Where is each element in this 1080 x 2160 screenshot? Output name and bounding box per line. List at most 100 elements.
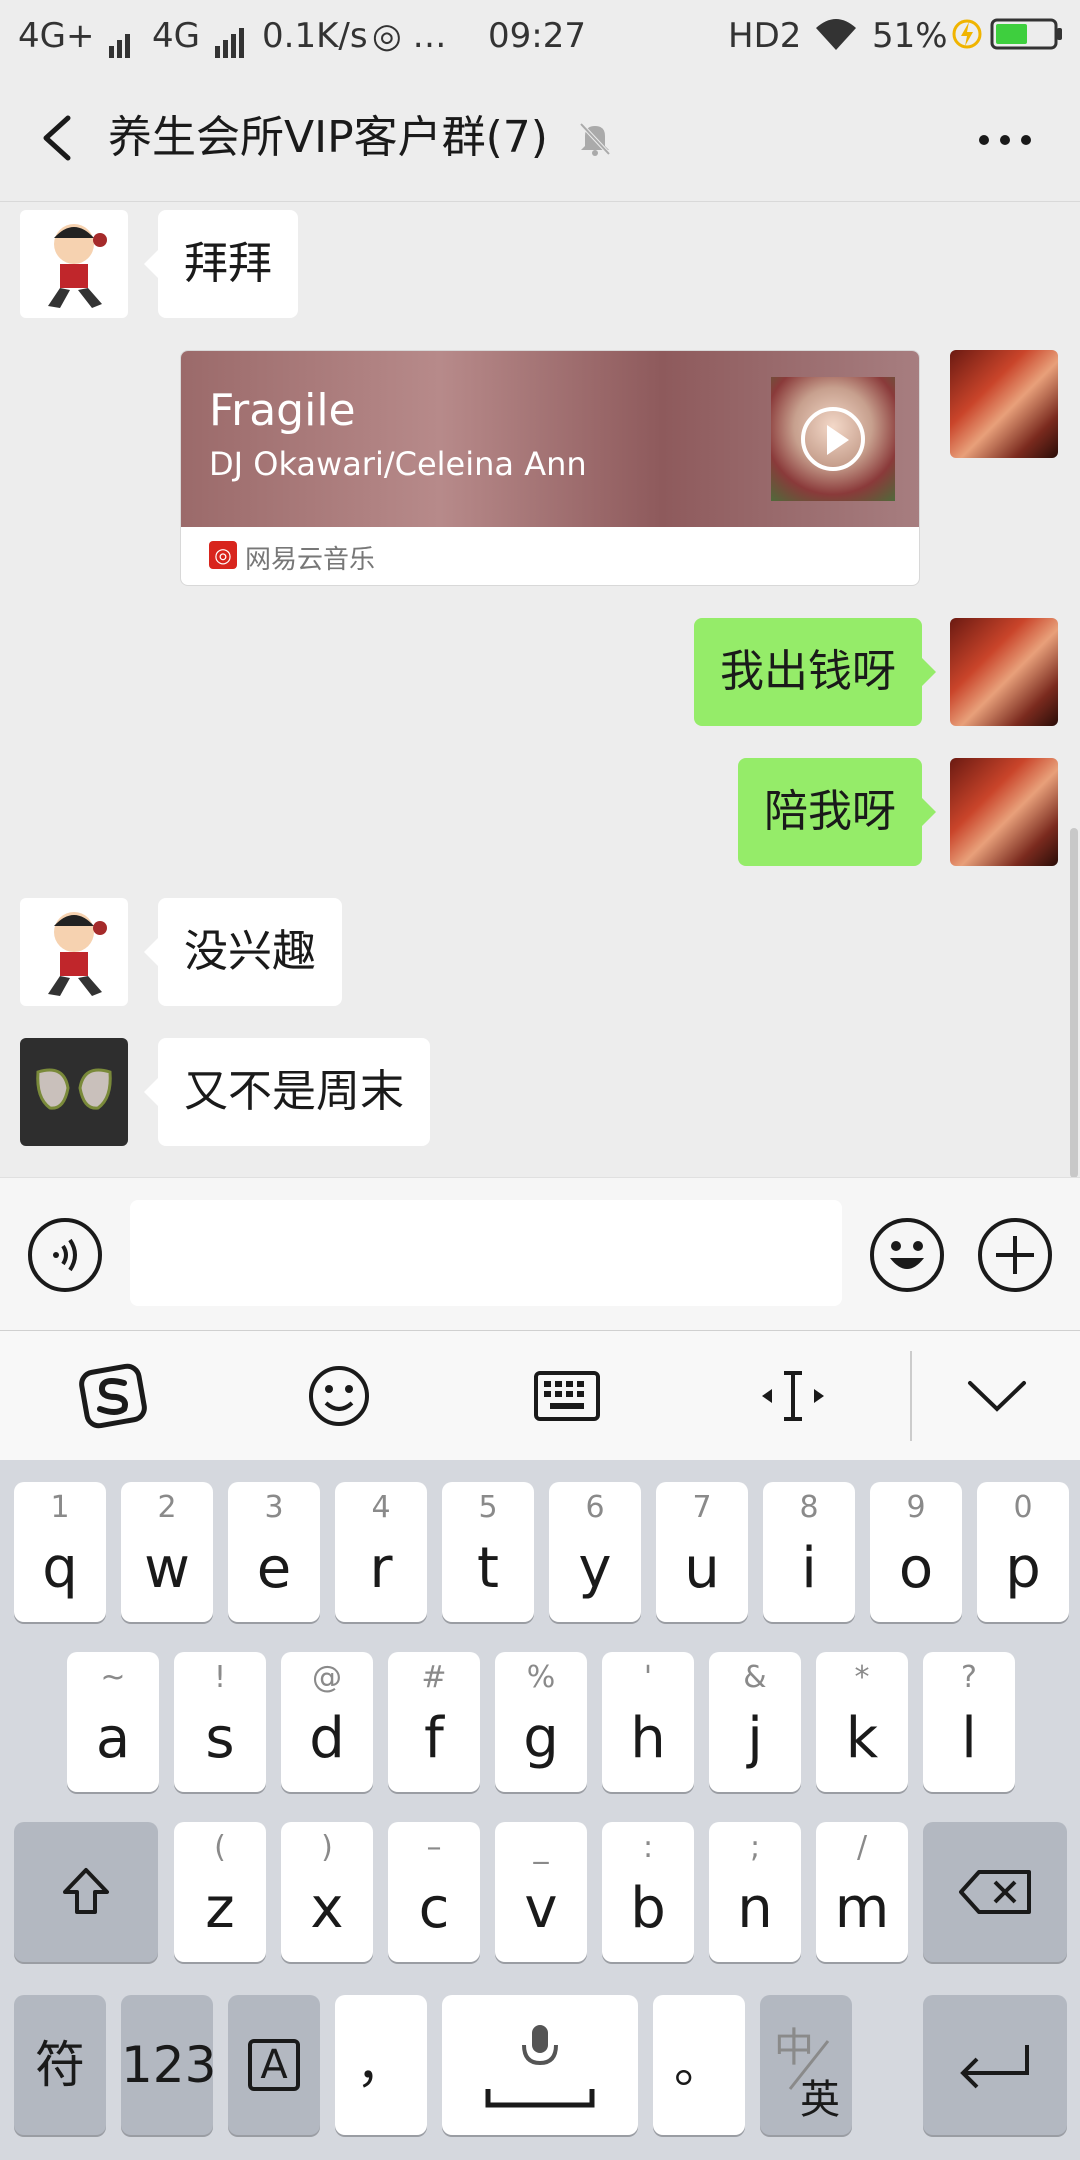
more-dots-icon (979, 135, 1031, 145)
hide-keyboard-button[interactable] (960, 1359, 1034, 1433)
more-options-button[interactable] (970, 120, 1040, 160)
shift-key[interactable] (14, 1822, 158, 1962)
keyboard-emoji-button[interactable] (302, 1359, 376, 1433)
mute-bell-icon (575, 118, 615, 158)
voice-icon (53, 1238, 77, 1272)
sogou-logo-button[interactable] (76, 1359, 150, 1433)
back-button[interactable] (30, 108, 90, 168)
key-i[interactable]: 8i (763, 1482, 855, 1622)
microphone-icon (485, 2025, 595, 2108)
emoji-icon (890, 1241, 924, 1269)
key-o[interactable]: 9o (870, 1482, 962, 1622)
key-y[interactable]: 6y (549, 1482, 641, 1622)
music-card-header: Fragile DJ Okawari/Celeina Ann (181, 351, 919, 527)
charging-icon (952, 16, 982, 61)
cursor-move-button[interactable] (756, 1359, 830, 1433)
backspace-icon (959, 1870, 1031, 1914)
keyboard-switch-button[interactable] (530, 1359, 604, 1433)
message-bubble[interactable]: 陪我呀 (738, 758, 936, 866)
network-2: 4G (152, 16, 247, 58)
message-bubble[interactable]: 我出钱呀 (694, 618, 936, 726)
key-h[interactable]: ' h (602, 1652, 694, 1792)
more-status-icon: … (412, 16, 447, 56)
chevron-left-icon (43, 115, 71, 161)
key-z[interactable]: (z (174, 1822, 266, 1962)
song-artist: DJ Okawari/Celeina Ann (209, 445, 587, 483)
clock: 09:27 (488, 16, 586, 56)
key-b[interactable]: :b (602, 1822, 694, 1962)
key-q[interactable]: 1q (14, 1482, 106, 1622)
chevron-down-icon (968, 1381, 1026, 1412)
avatar[interactable] (20, 898, 128, 1006)
song-title: Fragile (209, 385, 356, 436)
enter-key[interactable] (923, 1995, 1067, 2135)
lang-en-label: 英 (800, 2077, 840, 2123)
signal-2-icon (214, 18, 247, 58)
avatar[interactable] (20, 210, 128, 318)
chat-scrollbar[interactable] (1070, 828, 1078, 1178)
period-key[interactable]: 。 (653, 1995, 745, 2135)
return-arrow-icon (960, 2045, 1029, 2089)
key-f[interactable]: # f (388, 1652, 480, 1792)
key-c[interactable]: – c (388, 1822, 480, 1962)
toolbar-divider (910, 1351, 912, 1441)
chat-message-list[interactable]: 拜拜 Fragile DJ Okawari/Celeina Ann ◎ 网易云音… (0, 202, 1080, 1177)
music-source-label: 网易云音乐 (245, 545, 376, 575)
key-a[interactable]: ~ a (67, 1652, 159, 1792)
network-2-label: 4G (152, 16, 200, 56)
symbols-key[interactable]: 符 (14, 1995, 106, 2135)
sogou-icon (79, 1363, 147, 1429)
hd-indicator: HD2 (728, 16, 802, 56)
my-avatar[interactable] (950, 350, 1058, 458)
my-avatar[interactable] (950, 758, 1058, 866)
key-x[interactable]: ) x (281, 1822, 373, 1962)
key-k[interactable]: * k (816, 1652, 908, 1792)
comma-key[interactable]: ， (335, 1995, 427, 2135)
key-g[interactable]: % g (495, 1652, 587, 1792)
status-bar: 4G+ 4G 0.1K/s ◎ … 09:27 HD2 51% (0, 0, 1080, 74)
network-1-label: 4G+ (18, 16, 95, 56)
my-avatar[interactable] (950, 618, 1058, 726)
key-l[interactable]: ? l (923, 1652, 1015, 1792)
key-j[interactable]: & j (709, 1652, 801, 1792)
message-text-input[interactable] (130, 1200, 842, 1306)
emoji-button[interactable] (870, 1218, 944, 1292)
net-speed: 0.1K/s (262, 16, 368, 56)
key-m[interactable]: / m (816, 1822, 908, 1962)
key-v[interactable]: _ v (495, 1822, 587, 1962)
avatar[interactable] (20, 1038, 128, 1146)
key-u[interactable]: 7u (656, 1482, 748, 1622)
music-share-card[interactable]: Fragile DJ Okawari/Celeina Ann ◎ 网易云音乐 (180, 350, 920, 586)
key-s[interactable]: ! s (174, 1652, 266, 1792)
message-input-bar (0, 1177, 1080, 1330)
key-n[interactable]: ; n (709, 1822, 801, 1962)
music-card-footer: ◎ 网易云音乐 (181, 527, 919, 585)
key-p[interactable]: 0p (977, 1482, 1069, 1622)
key-d[interactable]: @ d (281, 1652, 373, 1792)
space-key[interactable] (442, 1995, 638, 2135)
numbers-key[interactable]: 123 (121, 1995, 216, 2135)
key-e[interactable]: 3e (228, 1482, 320, 1622)
more-features-button[interactable] (978, 1218, 1052, 1292)
message-bubble[interactable]: 拜拜 (144, 210, 298, 318)
app-status-icons: ◎ … (372, 16, 446, 56)
caps-lock-key[interactable]: A (228, 1995, 320, 2135)
cursor-icon (762, 1371, 824, 1421)
play-icon[interactable] (801, 407, 865, 471)
keyboard-icon (534, 1371, 600, 1421)
album-cover (771, 377, 895, 501)
key-r[interactable]: 4r (335, 1482, 427, 1622)
chat-header: 养生会所VIP客户群(7) (0, 74, 1080, 202)
message-bubble[interactable]: 又不是周末 (144, 1038, 430, 1146)
backspace-key[interactable] (923, 1822, 1067, 1962)
caps-a-icon: A (248, 2039, 300, 2091)
battery-percent: 51% (872, 16, 948, 56)
key-w[interactable]: 2w (121, 1482, 213, 1622)
voice-input-button[interactable] (28, 1218, 102, 1292)
message-bubble[interactable]: 没兴趣 (144, 898, 342, 1006)
network-1: 4G+ (18, 16, 133, 58)
language-switch-key[interactable]: 中 英 (760, 1995, 852, 2135)
netease-status-icon: ◎ (372, 16, 402, 56)
key-t[interactable]: 5t (442, 1482, 534, 1622)
netease-music-icon: ◎ (209, 541, 237, 569)
